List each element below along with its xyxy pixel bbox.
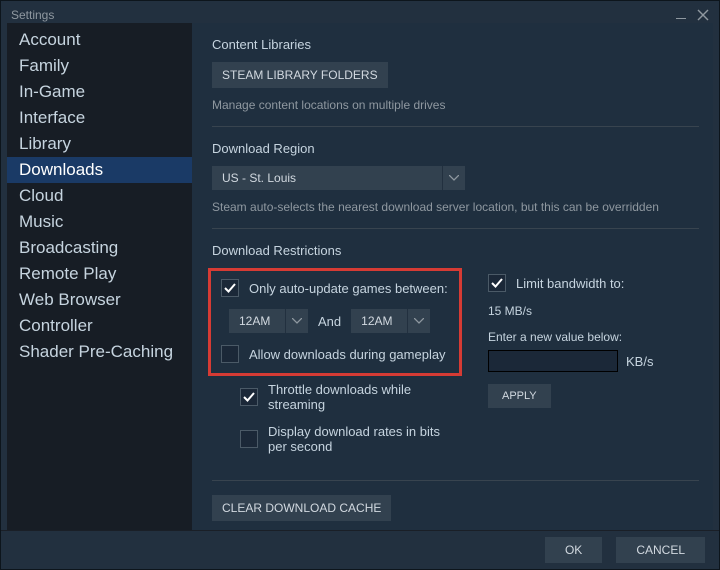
divider (212, 228, 699, 229)
display-bits-label: Display download rates in bits per secon… (268, 424, 462, 454)
auto-update-highlight: Only auto-update games between: 12AM And… (208, 268, 462, 376)
divider (212, 480, 699, 481)
check-icon (224, 282, 236, 294)
sidebar-item-controller[interactable]: Controller (7, 313, 192, 339)
chevron-down-icon (442, 166, 465, 190)
kbps-unit: KB/s (626, 354, 653, 369)
allow-downloads-gameplay-label: Allow downloads during gameplay (249, 347, 446, 362)
sidebar-item-account[interactable]: Account (7, 27, 192, 53)
enter-new-value-label: Enter a new value below: (488, 330, 653, 344)
content-pane: Content Libraries STEAM LIBRARY FOLDERS … (192, 23, 713, 531)
limit-bandwidth-value: 15 MB/s (488, 304, 653, 318)
sidebar-item-remote-play[interactable]: Remote Play (7, 261, 192, 287)
check-icon (243, 391, 255, 403)
time-from-select[interactable]: 12AM (229, 309, 308, 333)
sidebar-item-library[interactable]: Library (7, 131, 192, 157)
sidebar-item-broadcasting[interactable]: Broadcasting (7, 235, 192, 261)
chevron-down-icon (407, 309, 430, 333)
sidebar-item-in-game[interactable]: In-Game (7, 79, 192, 105)
time-to-value: 12AM (351, 309, 407, 333)
throttle-streaming-label: Throttle downloads while streaming (268, 382, 462, 412)
sidebar-item-web-browser[interactable]: Web Browser (7, 287, 192, 313)
window-body: Account Family In-Game Interface Library… (7, 23, 713, 531)
sidebar: Account Family In-Game Interface Library… (7, 23, 192, 531)
time-to-select[interactable]: 12AM (351, 309, 430, 333)
footer: OK CANCEL (1, 530, 719, 569)
steam-library-folders-button[interactable]: STEAM LIBRARY FOLDERS (212, 62, 388, 88)
download-region-value: US - St. Louis (212, 166, 442, 190)
sidebar-item-shader-pre-caching[interactable]: Shader Pre-Caching (7, 339, 192, 365)
window-title: Settings (11, 8, 54, 22)
download-region-select[interactable]: US - St. Louis (212, 166, 465, 190)
time-and-label: And (318, 314, 341, 329)
limit-bandwidth-checkbox[interactable] (488, 274, 506, 292)
check-icon (491, 277, 503, 289)
clear-download-cache-button[interactable]: CLEAR DOWNLOAD CACHE (212, 495, 391, 521)
bandwidth-limit-panel: Limit bandwidth to: 15 MB/s Enter a new … (488, 268, 653, 466)
close-icon (697, 9, 709, 21)
sidebar-item-music[interactable]: Music (7, 209, 192, 235)
auto-update-label: Only auto-update games between: (249, 281, 448, 296)
ok-button[interactable]: OK (545, 537, 602, 563)
minimize-button[interactable] (673, 7, 689, 23)
auto-update-checkbox[interactable] (221, 279, 239, 297)
download-region-heading: Download Region (212, 141, 699, 156)
sidebar-item-family[interactable]: Family (7, 53, 192, 79)
limit-bandwidth-label: Limit bandwidth to: (516, 276, 624, 291)
download-region-desc: Steam auto-selects the nearest download … (212, 200, 699, 214)
allow-downloads-gameplay-checkbox[interactable] (221, 345, 239, 363)
sidebar-item-cloud[interactable]: Cloud (7, 183, 192, 209)
chevron-down-icon (285, 309, 308, 333)
sidebar-item-downloads[interactable]: Downloads (7, 157, 192, 183)
throttle-streaming-checkbox[interactable] (240, 388, 258, 406)
sidebar-item-interface[interactable]: Interface (7, 105, 192, 131)
apply-button[interactable]: APPLY (488, 384, 551, 408)
divider (212, 126, 699, 127)
close-button[interactable] (695, 7, 711, 23)
settings-window: Settings Account Family In-Game Interfac… (0, 0, 720, 570)
content-libraries-desc: Manage content locations on multiple dri… (212, 98, 699, 112)
content-libraries-heading: Content Libraries (212, 37, 699, 52)
minimize-icon (675, 9, 687, 21)
download-restrictions-heading: Download Restrictions (212, 243, 699, 258)
bandwidth-input[interactable] (488, 350, 618, 372)
cancel-button[interactable]: CANCEL (616, 537, 705, 563)
time-from-value: 12AM (229, 309, 285, 333)
display-bits-checkbox[interactable] (240, 430, 258, 448)
